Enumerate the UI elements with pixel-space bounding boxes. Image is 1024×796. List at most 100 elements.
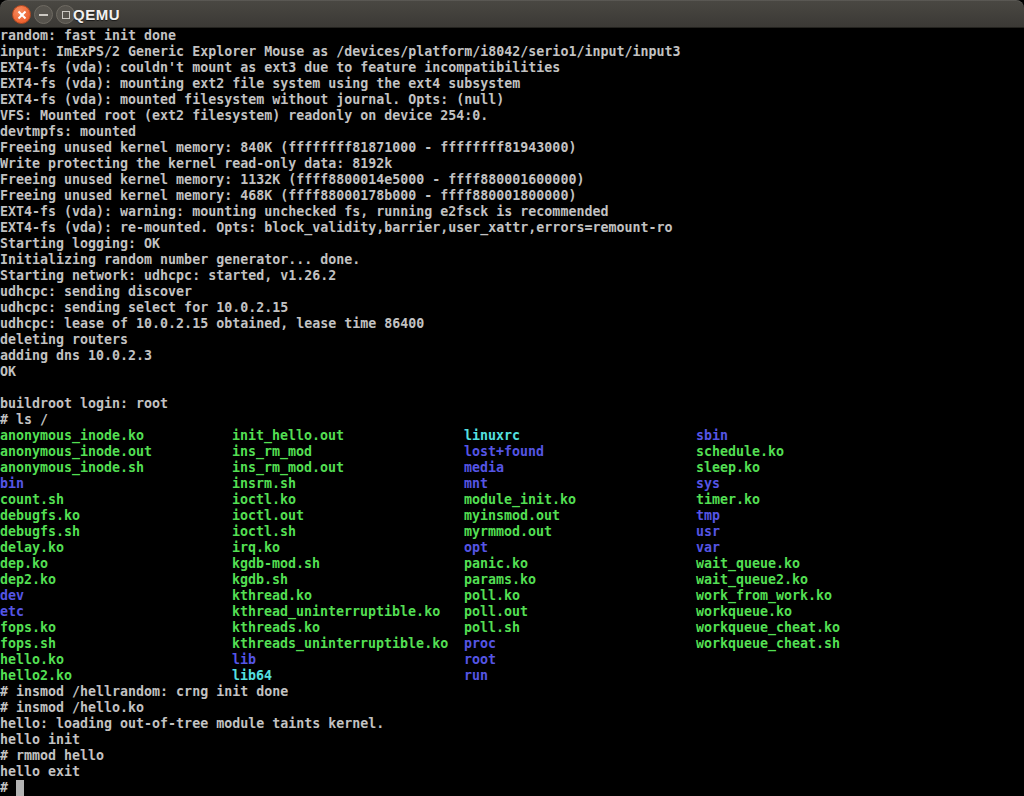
terminal-text: VFS: Mounted root (ext2 filesystem) read…	[0, 108, 488, 124]
terminal-line: # rmmod hello	[0, 748, 1024, 764]
terminal-line: debugfs.shioctl.shmyrmmod.outusr	[0, 524, 1024, 540]
terminal-line: etckthread_uninterruptible.kopoll.outwor…	[0, 604, 1024, 620]
terminal-text: wait_queue.ko	[696, 556, 800, 572]
terminal-text: proc	[464, 636, 496, 652]
terminal-text: irq.ko	[232, 540, 280, 556]
terminal-text: poll.sh	[464, 620, 520, 636]
terminal-line: Write protecting the kernel read-only da…	[0, 156, 1024, 172]
title-bar[interactable]: QEMU	[0, 0, 1024, 28]
terminal-text: work_from_work.ko	[696, 588, 832, 604]
terminal-text: hello init	[0, 732, 80, 748]
terminal-text: dev	[0, 588, 24, 604]
terminal-text: dep2.ko	[0, 572, 56, 588]
terminal-line: debugfs.koioctl.outmyinsmod.outtmp	[0, 508, 1024, 524]
terminal-text: panic.ko	[464, 556, 528, 572]
terminal-text: fops.ko	[0, 620, 56, 636]
terminal-text: myinsmod.out	[464, 508, 560, 524]
terminal-line: fops.shkthreads_uninterruptible.koprocwo…	[0, 636, 1024, 652]
terminal-text: devtmpfs: mounted	[0, 124, 136, 140]
terminal-screen[interactable]: random: fast init doneinput: ImExPS/2 Ge…	[0, 28, 1024, 796]
terminal-text: EXT4-fs (vda): re-mounted. Opts: block_v…	[0, 220, 672, 236]
close-icon	[17, 10, 27, 20]
terminal-text: delay.ko	[0, 540, 64, 556]
terminal-text: bin	[0, 476, 24, 492]
close-button[interactable]	[12, 5, 31, 24]
terminal-text: input: ImExPS/2 Generic Explorer Mouse a…	[0, 44, 680, 60]
terminal-text: deleting routers	[0, 332, 128, 348]
terminal-text: opt	[464, 540, 488, 556]
terminal-line: # insmod /hello.ko	[0, 700, 1024, 716]
terminal-line: adding dns 10.0.2.3	[0, 348, 1024, 364]
terminal-text: udhcpc: sending select for 10.0.2.15	[0, 300, 288, 316]
terminal-line: buildroot login: root	[0, 396, 1024, 412]
terminal-line: anonymous_inode.shins_rm_mod.outmediasle…	[0, 460, 1024, 476]
terminal-line: input: ImExPS/2 Generic Explorer Mouse a…	[0, 44, 1024, 60]
terminal-text: ioctl.sh	[232, 524, 296, 540]
terminal-text: poll.out	[464, 604, 528, 620]
terminal-line: EXT4-fs (vda): mounting ext2 file system…	[0, 76, 1024, 92]
terminal-text: EXT4-fs (vda): mounted filesystem withou…	[0, 92, 504, 108]
terminal-text: kgdb-mod.sh	[232, 556, 320, 572]
terminal-line: Starting network: udhcpc: started, v1.26…	[0, 268, 1024, 284]
terminal-text: workqueue_cheat.sh	[696, 636, 840, 652]
minimize-button[interactable]	[34, 5, 53, 24]
terminal-text: wait_queue2.ko	[696, 572, 808, 588]
terminal-line: EXT4-fs (vda): warning: mounting uncheck…	[0, 204, 1024, 220]
terminal-text: kthreads.ko	[232, 620, 320, 636]
terminal-text: workqueue.ko	[696, 604, 792, 620]
terminal-text: hello.ko	[0, 652, 64, 668]
terminal-line: Initializing random number generator... …	[0, 252, 1024, 268]
terminal-text: anonymous_inode.out	[0, 444, 152, 460]
terminal-text: mnt	[464, 476, 488, 492]
terminal-line: EXT4-fs (vda): re-mounted. Opts: block_v…	[0, 220, 1024, 236]
window-title: QEMU	[73, 0, 120, 29]
terminal-text: ioctl.out	[232, 508, 304, 524]
terminal-text: kthread.ko	[232, 588, 312, 604]
terminal-text: workqueue_cheat.ko	[696, 620, 840, 636]
terminal-text: init_hello.out	[232, 428, 344, 444]
terminal-text: EXT4-fs (vda): warning: mounting uncheck…	[0, 204, 608, 220]
terminal-text: run	[464, 668, 488, 684]
terminal-line: fops.ko kthreads.ko poll.sh workqueue_cheat…	[0, 620, 1024, 636]
terminal-text: Write protecting the kernel read-only da…	[0, 156, 392, 172]
terminal-text: kgdb.sh	[232, 572, 288, 588]
terminal-line: anonymous_inode.outins_rm_modlost+founds…	[0, 444, 1024, 460]
terminal-text: debugfs.sh	[0, 524, 80, 540]
terminal-text: lost+found	[464, 444, 544, 460]
terminal-text: udhcpc: sending discover	[0, 284, 192, 300]
terminal-text: kthreads_uninterruptible.ko	[232, 636, 448, 652]
terminal-text: Initializing random number generator... …	[0, 252, 360, 268]
terminal-text: sbin	[696, 428, 728, 444]
terminal-text: buildroot login: root	[0, 396, 168, 412]
terminal-line: udhcpc: sending select for 10.0.2.15	[0, 300, 1024, 316]
terminal-text: usr	[696, 524, 720, 540]
terminal-text: etc	[0, 604, 24, 620]
terminal-text: # rmmod hello	[0, 748, 104, 764]
terminal-text: hello: loading out-of-tree module taints…	[0, 716, 384, 732]
terminal-line: EXT4-fs (vda): mounted filesystem withou…	[0, 92, 1024, 108]
terminal-line: # ls /	[0, 412, 1024, 428]
terminal-text: EXT4-fs (vda): couldn't mount as ext3 du…	[0, 60, 560, 76]
terminal-line: hello2.kolib64run	[0, 668, 1024, 684]
qemu-window: QEMU random: fast init doneinput: ImExPS…	[0, 0, 1024, 796]
terminal-text: ins_rm_mod	[232, 444, 312, 460]
minimize-icon	[39, 14, 48, 16]
terminal-text: module_init.ko	[464, 492, 576, 508]
terminal-line: # insmod /hellrandom: crng init done	[0, 684, 1024, 700]
terminal-text: udhcpc: lease of 10.0.2.15 obtained, lea…	[0, 316, 424, 332]
terminal-text: Freeing unused kernel memory: 1132K (fff…	[0, 172, 584, 188]
terminal-text: tmp	[696, 508, 720, 524]
terminal-line: hello init	[0, 732, 1024, 748]
terminal-line: udhcpc: lease of 10.0.2.15 obtained, lea…	[0, 316, 1024, 332]
terminal-line: OK	[0, 364, 1024, 380]
terminal-text: adding dns 10.0.2.3	[0, 348, 152, 364]
terminal-text: EXT4-fs (vda): mounting ext2 file system…	[0, 76, 520, 92]
terminal-text: poll.ko	[464, 588, 520, 604]
terminal-text: sleep.ko	[696, 460, 760, 476]
terminal-line: hello.kolibroot	[0, 652, 1024, 668]
terminal-text: root	[464, 652, 496, 668]
terminal-line: dev kthread.ko poll.ko work_from_work.ko	[0, 588, 1024, 604]
terminal-line: Freeing unused kernel memory: 840K (ffff…	[0, 140, 1024, 156]
terminal-text: Freeing unused kernel memory: 840K (ffff…	[0, 140, 576, 156]
terminal-text: anonymous_inode.ko	[0, 428, 144, 444]
